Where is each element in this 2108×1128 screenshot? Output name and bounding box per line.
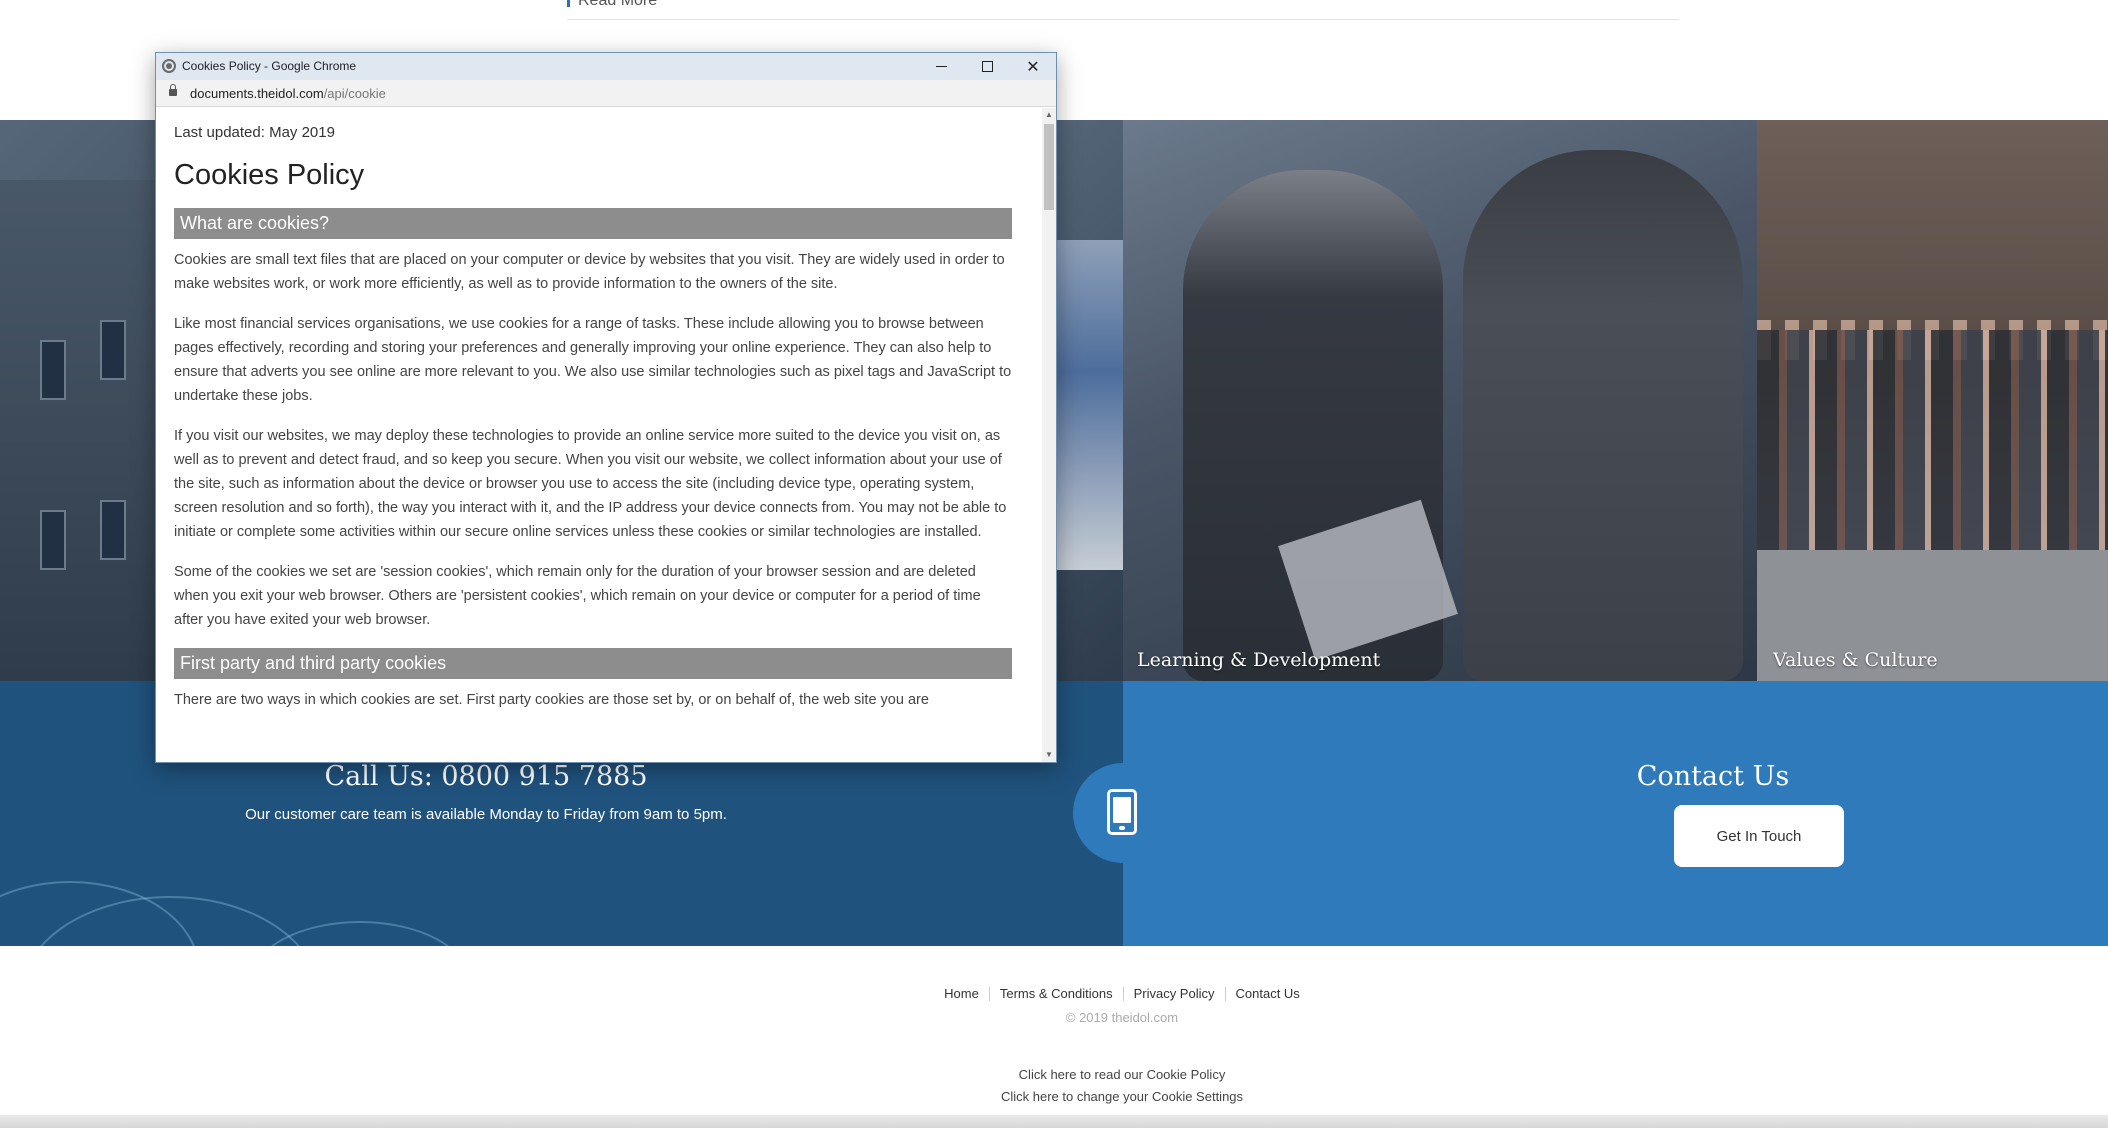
footer-link-terms[interactable]: Terms & Conditions [988, 987, 1123, 1001]
footer-link-contact[interactable]: Contact Us [1224, 987, 1310, 1001]
read-more-marker [567, 0, 570, 7]
cookie-settings-link[interactable]: Click here to change your Cookie Setting… [0, 1089, 2108, 1104]
close-button[interactable]: ✕ [1010, 53, 1056, 80]
window-shape [40, 510, 66, 570]
window-shape [100, 500, 126, 560]
paragraph: Some of the cookies we set are 'session … [174, 564, 981, 628]
get-in-touch-button[interactable]: Get In Touch [1674, 805, 1844, 867]
crowd-image [1757, 330, 2108, 550]
lock-icon [169, 84, 177, 96]
tile-label: Learning & Development [1137, 649, 1381, 671]
call-us-subtitle: Our customer care team is available Mond… [245, 806, 727, 823]
window-shape [40, 340, 66, 400]
address-bar[interactable]: documents.theidol.com/api/cookie [156, 80, 1056, 107]
section-heading: What are cookies? [174, 208, 1012, 239]
url-host: documents.theidol.com [190, 86, 324, 101]
scrollbar[interactable]: ▲ ▼ [1042, 108, 1056, 762]
window-titlebar[interactable]: Cookies Policy - Google Chrome ✕ [156, 53, 1056, 80]
cookie-policy-link[interactable]: Click here to read our Cookie Policy [0, 1067, 2108, 1082]
call-us-title: Call Us: 0800 915 7885 [324, 761, 648, 792]
maximize-icon [981, 61, 993, 72]
window-title: Cookies Policy - Google Chrome [182, 59, 357, 73]
mobile-phone-icon [1107, 789, 1137, 835]
scroll-down-button[interactable]: ▼ [1042, 748, 1056, 762]
url-path: /api/cookie [323, 86, 386, 101]
copyright: © 2019 theidol.com [1065, 1010, 1179, 1025]
contact-panel: Contact Us Get In Touch [1123, 681, 2108, 946]
last-updated: Last updated: May 2019 [174, 124, 335, 141]
paragraph: If you visit our websites, we may deploy… [174, 428, 1007, 540]
close-icon: ✕ [1026, 57, 1040, 76]
person-image [1463, 150, 1743, 681]
page: Read More Learning & Development Values … [0, 0, 2108, 1128]
paragraph: There are two ways in which cookies are … [174, 692, 929, 708]
page-bottom-strip [0, 1115, 2108, 1128]
minimize-button[interactable] [918, 53, 964, 80]
section-heading: First party and third party cookies [174, 648, 1012, 679]
tile-values-culture[interactable]: Values & Culture [1757, 120, 2108, 681]
footer-link-privacy[interactable]: Privacy Policy [1122, 987, 1225, 1001]
minimize-icon [935, 66, 947, 67]
policy-content: Last updated: May 2019 Cookies Policy Wh… [156, 108, 1042, 762]
maximize-button[interactable] [964, 53, 1010, 80]
tile-label: Values & Culture [1773, 649, 1938, 671]
paragraph: Like most financial services organisatio… [174, 316, 1012, 404]
tile-learning-development[interactable]: Learning & Development [1123, 120, 1757, 681]
scroll-up-button[interactable]: ▲ [1042, 108, 1056, 122]
window-shape [100, 320, 126, 380]
divider [567, 19, 1679, 20]
cookies-policy-window: Cookies Policy - Google Chrome ✕ documen… [155, 52, 1057, 763]
scroll-thumb[interactable] [1044, 124, 1054, 210]
paragraph: Cookies are small text files that are pl… [174, 252, 1005, 292]
phone-badge [1073, 763, 1173, 863]
read-more-label: Read More [578, 0, 658, 9]
read-more-link[interactable]: Read More [567, 0, 657, 10]
footer-link-home[interactable]: Home [934, 987, 989, 1001]
page-title: Cookies Policy [174, 159, 365, 191]
footer-nav: Home Terms & Conditions Privacy Policy Cont… [0, 986, 2108, 1001]
url-text: documents.theidol.com/api/cookie [190, 86, 386, 101]
contact-title: Contact Us [1636, 761, 1790, 792]
building-image [0, 180, 180, 681]
chrome-icon [162, 59, 176, 73]
